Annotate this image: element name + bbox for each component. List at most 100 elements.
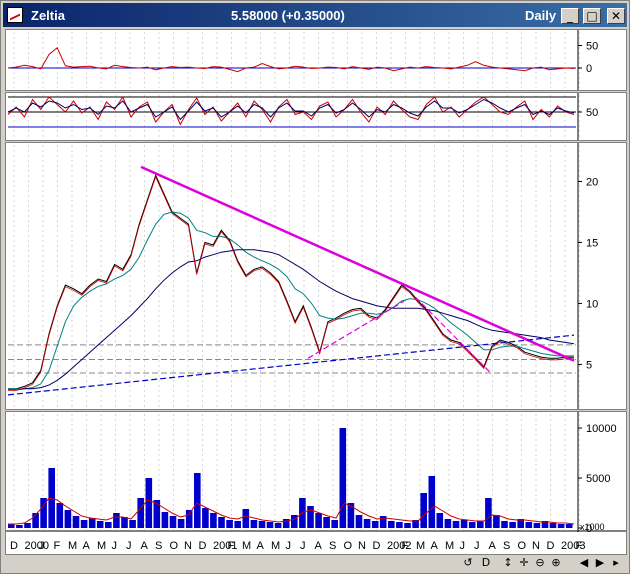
move-vertical-icon[interactable]: ↕ xyxy=(501,556,515,570)
volume-bar xyxy=(250,520,258,528)
volume-bar xyxy=(371,521,379,528)
volume-bar xyxy=(396,522,403,528)
volume-panel[interactable]: 10000 5000 0 x1000 D 2000 J F M A M J J A S O N D 2001 F M A M… xyxy=(5,411,627,555)
volume-bar xyxy=(226,520,233,528)
volume-bar xyxy=(557,524,565,528)
volume-bar xyxy=(177,519,185,528)
x-tick-label: A xyxy=(315,540,323,552)
volume-bar xyxy=(533,523,541,528)
oscillator-panel-1[interactable]: 50 0 xyxy=(5,29,627,91)
x-tick-label: N xyxy=(358,540,366,552)
zoom-out-icon[interactable]: ⊖ xyxy=(533,556,547,570)
oscillator-2-chart: 50 xyxy=(7,93,598,140)
x-tick-label: S xyxy=(503,540,510,552)
x-tick-label: N xyxy=(532,540,540,552)
scroll-left-icon[interactable]: ◀ xyxy=(577,556,591,570)
volume-bar xyxy=(274,523,282,528)
osc1-tick-label: 50 xyxy=(586,41,598,53)
volume-tick-label: 5000 xyxy=(586,473,610,485)
x-tick-label: A xyxy=(141,540,149,552)
volume-bar xyxy=(460,520,468,528)
x-tick-label: J xyxy=(286,540,292,552)
close-button[interactable]: ✕ xyxy=(607,8,625,24)
volume-bar xyxy=(493,515,500,528)
x-tick-label: F xyxy=(228,540,235,552)
volume-bar xyxy=(485,498,492,528)
x-tick-label: D xyxy=(199,540,207,552)
volume-bar xyxy=(315,513,322,528)
volume-bar xyxy=(549,523,557,528)
volume-bar xyxy=(145,478,153,528)
scroll-right-icon[interactable]: ▶ xyxy=(593,556,607,570)
chart-toolbar: ↺ D ↕ ✛ ⊖ ⊕ ◀ ▶ ▸ xyxy=(5,555,627,573)
trendline xyxy=(140,165,575,362)
price-series-highlight xyxy=(8,175,575,391)
x-tick-label: F xyxy=(576,540,583,552)
osc1-tick-label: 0 xyxy=(586,63,592,75)
volume-bar xyxy=(80,520,88,528)
zoom-in-icon[interactable]: ⊕ xyxy=(549,556,563,570)
volume-bar xyxy=(8,524,15,528)
volume-bar xyxy=(137,498,144,528)
x-tick-label: F xyxy=(402,540,409,552)
x-tick-label: F xyxy=(54,540,61,552)
volume-bar xyxy=(258,521,266,528)
volume-bar xyxy=(339,428,347,528)
volume-bar xyxy=(355,515,363,528)
volume-bar xyxy=(452,521,460,528)
volume-bar xyxy=(64,510,72,528)
volume-bar xyxy=(388,521,395,528)
title-bar[interactable]: Zeltia 5.58000 (+0.35000) Daily _ □ ✕ xyxy=(3,3,627,27)
volume-bar xyxy=(363,519,371,528)
x-tick-label: A xyxy=(489,540,497,552)
x-tick-label: M xyxy=(68,540,77,552)
x-tick-label: O xyxy=(518,540,527,552)
move-icon[interactable]: ✛ xyxy=(517,556,531,570)
price-panel[interactable]: 20 15 10 5 xyxy=(5,142,627,410)
volume-bar xyxy=(307,506,314,528)
price-chart: 20 15 10 5 xyxy=(7,143,598,409)
trendline xyxy=(7,334,575,396)
volume-bar xyxy=(185,510,193,528)
volume-bar xyxy=(194,473,201,528)
window-title: Zeltia xyxy=(31,8,65,23)
volume-bar xyxy=(331,520,338,528)
trendline xyxy=(415,296,493,375)
volume-bar xyxy=(56,503,64,528)
volume-bar xyxy=(16,525,23,528)
end-icon[interactable]: ▸ xyxy=(609,556,623,570)
price-tick-label: 5 xyxy=(586,359,592,371)
volume-bar xyxy=(113,513,120,528)
oscillator-panel-2[interactable]: 50 xyxy=(5,92,627,141)
x-tick-label: J xyxy=(112,540,118,552)
volume-bar xyxy=(24,523,31,528)
x-tick-label: A xyxy=(83,540,91,552)
x-tick-label: J xyxy=(126,540,132,552)
period-d-button[interactable]: D xyxy=(479,556,493,570)
x-tick-label: J xyxy=(300,540,306,552)
period-label: Daily xyxy=(525,8,557,23)
x-tick-label: O xyxy=(170,540,179,552)
volume-tick-label: 10000 xyxy=(586,423,617,435)
minimize-button[interactable]: _ xyxy=(561,8,579,24)
chart-app-icon xyxy=(7,7,23,23)
long-moving-average xyxy=(8,249,575,391)
volume-bar xyxy=(404,523,411,528)
volume-bar xyxy=(169,516,177,528)
x-tick-label: N xyxy=(184,540,192,552)
volume-bar xyxy=(129,520,136,528)
trendline xyxy=(307,300,405,359)
volume-bar xyxy=(72,516,80,528)
x-tick-label: M xyxy=(242,540,251,552)
volume-bar xyxy=(428,476,436,528)
maximize-button[interactable]: □ xyxy=(583,8,601,24)
volume-bar xyxy=(468,522,476,528)
volume-bar xyxy=(234,521,241,528)
x-tick-label: D xyxy=(373,540,381,552)
volume-bar xyxy=(96,521,104,528)
sync-icon[interactable]: ↺ xyxy=(461,556,475,570)
price-tick-label: 15 xyxy=(586,237,598,249)
x-tick-label: J xyxy=(39,540,45,552)
volume-bar xyxy=(161,512,169,528)
volume-bar xyxy=(420,493,427,528)
